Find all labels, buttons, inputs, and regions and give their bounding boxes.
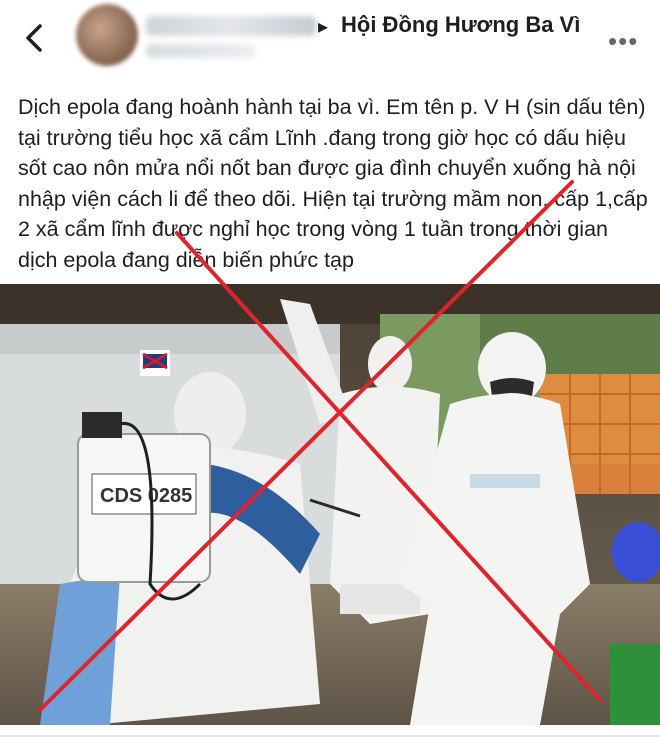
post-photo[interactable]: CDS 0285 — [0, 284, 660, 725]
avatar[interactable] — [76, 4, 138, 66]
more-horizontal-icon[interactable]: ••• — [608, 26, 638, 57]
photo-illustration: CDS 0285 — [0, 284, 660, 725]
sprayer-label: CDS 0285 — [100, 485, 192, 507]
green-bin — [610, 644, 660, 725]
post-text: Dịch epola đang hoành hành tại ba vì. Em… — [18, 95, 648, 272]
group-name[interactable]: Hội Đồng Hương Ba Vì — [341, 12, 580, 38]
sprayer-tank: CDS 0285 — [77, 412, 211, 601]
divider — [0, 735, 660, 737]
post-header: ▸ Hội Đồng Hương Ba Vì ••• — [0, 0, 660, 80]
blurred-post-meta — [146, 44, 256, 58]
blurred-author-name[interactable] — [146, 16, 316, 36]
chevron-left-icon[interactable] — [20, 18, 50, 58]
caret-right-icon: ▸ — [318, 16, 329, 38]
